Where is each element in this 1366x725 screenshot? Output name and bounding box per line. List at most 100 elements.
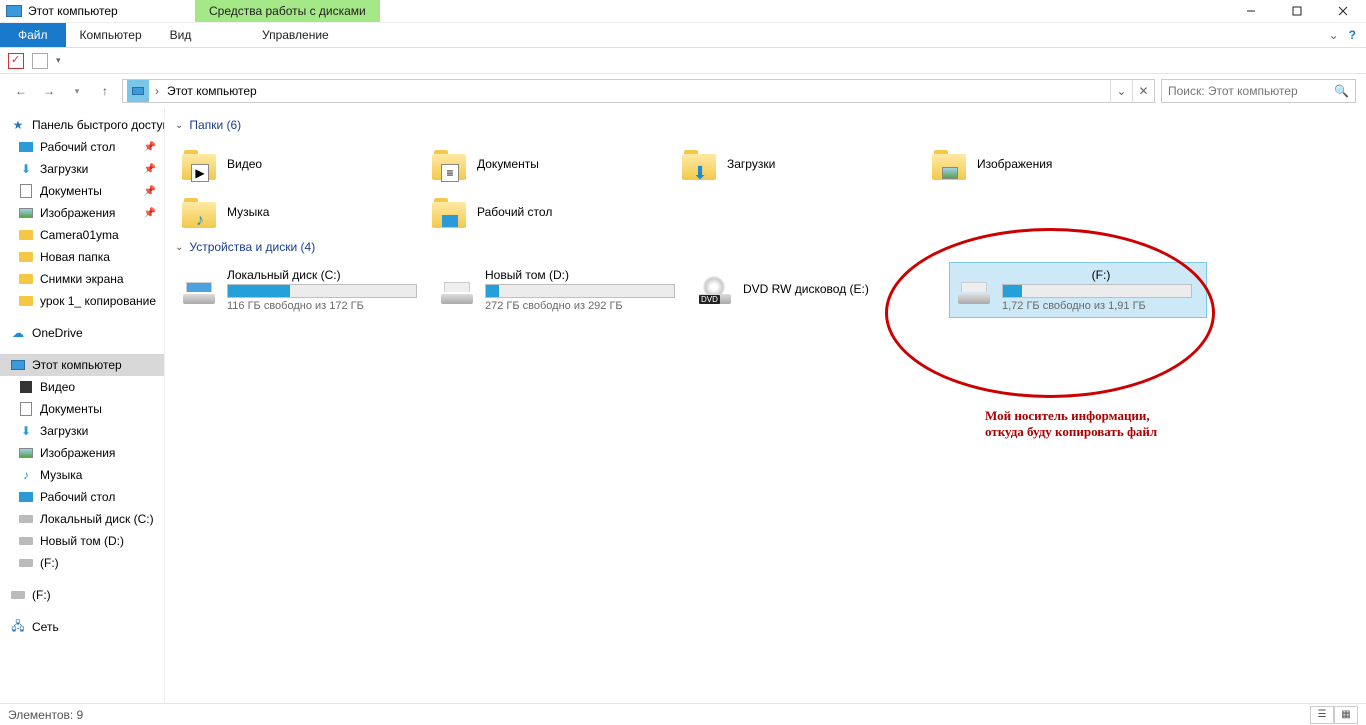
folder-video[interactable]: ▶ Видео bbox=[175, 140, 425, 188]
sidebar-network[interactable]: 🖧Сеть bbox=[0, 616, 164, 638]
sidebar-recent-folder[interactable]: Camera01yma bbox=[0, 224, 164, 246]
help-icon[interactable]: ? bbox=[1349, 28, 1356, 42]
drive-icon bbox=[439, 276, 475, 304]
sidebar-lib-downloads[interactable]: ⬇Загрузки bbox=[0, 420, 164, 442]
drive-icon bbox=[18, 511, 34, 527]
sidebar-lib-video[interactable]: Видео bbox=[0, 376, 164, 398]
sidebar-recent-folder[interactable]: Снимки экрана bbox=[0, 268, 164, 290]
folder-icon bbox=[18, 271, 34, 287]
drive-icon bbox=[181, 276, 217, 304]
label: Документы bbox=[40, 402, 102, 416]
group-label: Папки (6) bbox=[189, 118, 241, 132]
close-button[interactable] bbox=[1320, 0, 1366, 22]
drive-c[interactable]: Локальный диск (C:) 116 ГБ свободно из 1… bbox=[175, 262, 433, 318]
view-toggle: ☰ ▦ bbox=[1310, 706, 1358, 724]
nav-up-button[interactable]: ↑ bbox=[94, 80, 116, 102]
music-icon: ♪ bbox=[18, 467, 34, 483]
label: Изображения bbox=[40, 206, 115, 220]
pin-icon: 📌 bbox=[144, 186, 160, 197]
sidebar-recent-folder[interactable]: Новая папка bbox=[0, 246, 164, 268]
search-box[interactable]: 🔍 bbox=[1161, 79, 1356, 103]
breadcrumb-sep-icon[interactable]: › bbox=[153, 84, 161, 98]
qat-checkbox-icon[interactable]: ✓ bbox=[8, 53, 24, 69]
address-dropdown-icon[interactable]: ⌄ bbox=[1110, 80, 1132, 102]
label: Музыка bbox=[227, 205, 269, 219]
sidebar-lib-desktop[interactable]: Рабочий стол bbox=[0, 486, 164, 508]
sidebar-lib-pictures[interactable]: Изображения bbox=[0, 442, 164, 464]
label: Рабочий стол bbox=[40, 490, 115, 504]
menu-computer[interactable]: Компьютер bbox=[66, 23, 156, 47]
navigation-pane[interactable]: ★ Панель быстрого доступа Рабочий стол📌 … bbox=[0, 108, 165, 703]
sidebar-downloads[interactable]: ⬇Загрузки📌 bbox=[0, 158, 164, 180]
sidebar-onedrive[interactable]: ☁OneDrive bbox=[0, 322, 164, 344]
maximize-icon bbox=[1292, 6, 1302, 16]
label: Локальный диск (C:) bbox=[40, 512, 154, 526]
minimize-button[interactable] bbox=[1228, 0, 1274, 22]
folder-pictures[interactable]: Изображения bbox=[925, 140, 1175, 188]
sidebar-drive-d[interactable]: Новый том (D:) bbox=[0, 530, 164, 552]
sidebar-quick-access[interactable]: ★ Панель быстрого доступа bbox=[0, 114, 164, 136]
nav-forward-button[interactable]: → bbox=[38, 80, 60, 102]
sidebar-recent-folder[interactable]: урок 1_ копирование bbox=[0, 290, 164, 312]
sidebar-documents[interactable]: Документы 📌 bbox=[0, 180, 164, 202]
ribbon-expand-icon[interactable]: ⌄ bbox=[1329, 28, 1339, 42]
nav-recent-dropdown[interactable]: ▾ bbox=[66, 80, 88, 102]
menu-file[interactable]: Файл bbox=[0, 23, 66, 47]
label: Сеть bbox=[32, 620, 59, 634]
address-bar[interactable]: › Этот компьютер ⌄ ✕ bbox=[122, 79, 1155, 103]
qat-blank-icon[interactable] bbox=[32, 53, 48, 69]
ribbon-context-tab[interactable]: Средства работы с дисками bbox=[195, 0, 380, 22]
sidebar-drive-f[interactable]: (F:) bbox=[0, 552, 164, 574]
folder-documents[interactable]: ≡ Документы bbox=[425, 140, 675, 188]
label: (F:) bbox=[32, 588, 51, 602]
sidebar-lib-music[interactable]: ♪Музыка bbox=[0, 464, 164, 486]
drive-f[interactable]: (F:) 1,72 ГБ свободно из 1,91 ГБ bbox=[949, 262, 1207, 318]
quick-access-toolbar: ✓ ▾ bbox=[0, 48, 1366, 74]
group-label: Устройства и диски (4) bbox=[189, 240, 315, 254]
navigation-bar: ← → ▾ ↑ › Этот компьютер ⌄ ✕ 🔍 bbox=[0, 74, 1366, 108]
desktop-folder-icon bbox=[431, 194, 467, 230]
sidebar-pictures[interactable]: Изображения 📌 bbox=[0, 202, 164, 224]
sidebar-drive-f-removable[interactable]: (F:) bbox=[0, 584, 164, 606]
label: Этот компьютер bbox=[32, 358, 122, 372]
folder-desktop[interactable]: Рабочий стол bbox=[425, 188, 675, 236]
folder-downloads[interactable]: ⬇ Загрузки bbox=[675, 140, 925, 188]
label: Загрузки bbox=[727, 157, 775, 171]
address-refresh-icon[interactable]: ✕ bbox=[1132, 80, 1154, 102]
menu-manage[interactable]: Управление bbox=[205, 23, 385, 47]
search-icon[interactable]: 🔍 bbox=[1334, 84, 1349, 98]
sidebar-desktop[interactable]: Рабочий стол📌 bbox=[0, 136, 164, 158]
titlebar-spacer bbox=[380, 0, 1228, 22]
label: (F:) bbox=[40, 556, 59, 570]
search-input[interactable] bbox=[1168, 84, 1334, 98]
pin-icon: 📌 bbox=[144, 164, 160, 175]
view-tiles-button[interactable]: ▦ bbox=[1334, 706, 1358, 724]
view-details-button[interactable]: ☰ bbox=[1310, 706, 1334, 724]
minimize-icon bbox=[1246, 6, 1256, 16]
sidebar-lib-documents[interactable]: Документы bbox=[0, 398, 164, 420]
pin-icon: 📌 bbox=[144, 208, 160, 219]
drive-icon bbox=[956, 276, 992, 304]
label: Документы bbox=[40, 184, 102, 198]
group-folders-header[interactable]: ⌄ Папки (6) bbox=[175, 118, 1356, 132]
drive-name: (F:) bbox=[1002, 268, 1200, 282]
breadcrumb-location[interactable]: Этот компьютер bbox=[161, 84, 263, 98]
sidebar-drive-c[interactable]: Локальный диск (C:) bbox=[0, 508, 164, 530]
onedrive-icon: ☁ bbox=[10, 325, 26, 341]
group-devices-header[interactable]: ⌄ Устройства и диски (4) bbox=[175, 240, 1356, 254]
label: Рабочий стол bbox=[40, 140, 115, 154]
nav-back-button[interactable]: ← bbox=[10, 80, 32, 102]
close-icon bbox=[1338, 6, 1348, 16]
sidebar-this-pc[interactable]: Этот компьютер bbox=[0, 354, 164, 376]
content-pane[interactable]: ⌄ Папки (6) ▶ Видео ≡ Документы ⬇ Загруз… bbox=[165, 108, 1366, 703]
menu-view[interactable]: Вид bbox=[156, 23, 206, 47]
folder-music[interactable]: ♪ Музыка bbox=[175, 188, 425, 236]
status-bar: Элементов: 9 ☰ ▦ bbox=[0, 703, 1366, 725]
drive-d[interactable]: Новый том (D:) 272 ГБ свободно из 292 ГБ bbox=[433, 262, 691, 318]
drive-dvd[interactable]: DVD DVD RW дисковод (E:) bbox=[691, 262, 949, 318]
capacity-bar bbox=[485, 284, 675, 298]
qat-dropdown-icon[interactable]: ▾ bbox=[56, 55, 61, 66]
folder-icon bbox=[18, 293, 34, 309]
downloads-folder-icon: ⬇ bbox=[681, 146, 717, 182]
maximize-button[interactable] bbox=[1274, 0, 1320, 22]
